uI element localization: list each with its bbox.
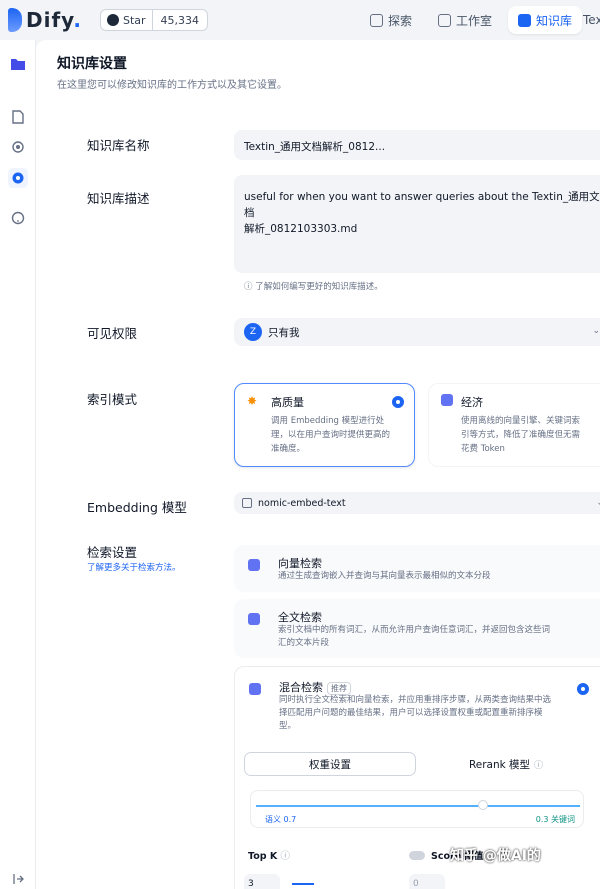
weight-slider-box: 语义 0.7 0.3 关键词 bbox=[250, 790, 584, 828]
name-input[interactable]: Textin_通用文档解析_0812... bbox=[234, 130, 600, 160]
description-label: 知识库描述 bbox=[87, 191, 150, 206]
nav-overflow-label: Tex bbox=[583, 13, 600, 27]
embedding-model-select[interactable]: nomic-embed-text ⌄ bbox=[234, 492, 600, 514]
retrieval-label: 检索设置 bbox=[87, 545, 138, 560]
hybrid-desc-2: 择匹配用户问题的最佳结果，用户可以选择设置权重或配置重新排序模 bbox=[279, 708, 543, 718]
high-quality-desc-2: 理，以在用户查询时提供更高的 bbox=[271, 430, 391, 440]
dify-logo[interactable]: Dify. bbox=[8, 8, 82, 32]
page-subtitle: 在这里您可以修改知识库的工作方式以及其它设置。 bbox=[57, 80, 287, 91]
index-mode-economy[interactable]: 经济 使用离线的向量引擎、关键词索 引等方式，降低了准确度但无需 花费 Toke… bbox=[428, 383, 600, 467]
hybrid-search-icon bbox=[249, 683, 261, 695]
sidebar bbox=[0, 40, 36, 889]
nav-knowledge[interactable]: 知识库 bbox=[508, 6, 583, 34]
high-quality-desc-1: 调用 Embedding 模型进行处 bbox=[271, 416, 385, 426]
description-line-2: 解析_0812103303.md bbox=[244, 223, 358, 235]
studio-icon bbox=[438, 13, 451, 27]
hybrid-desc-1: 同时执行全文检索和向量检索，并应用重排序步骤，从两类查询结果中选 bbox=[279, 695, 552, 705]
tab-weight-settings[interactable]: 权重设置 bbox=[244, 752, 416, 776]
economy-desc-1: 使用离线的向量引擎、关键词索 bbox=[461, 416, 581, 426]
explore-icon bbox=[370, 13, 383, 27]
model-icon bbox=[242, 498, 252, 508]
hit-testing-icon[interactable] bbox=[8, 137, 28, 157]
fulltext-desc-1: 索引文档中的所有词汇，从而允许用户查询任意词汇，并返回包含这些词 bbox=[278, 625, 551, 635]
permission-value: 只有我 bbox=[268, 326, 300, 339]
permission-select[interactable]: Z 只有我 ⌄ bbox=[234, 318, 600, 346]
nav-explore[interactable]: 探索 bbox=[370, 6, 412, 34]
star-icon: ✸ bbox=[247, 394, 258, 408]
embedding-label: Embedding 模型 bbox=[87, 500, 187, 515]
fulltext-search-icon bbox=[248, 613, 260, 625]
fulltext-desc-2: 汇的文本片段 bbox=[278, 638, 330, 648]
help-icon: ⓘ bbox=[280, 851, 291, 862]
knowledge-icon bbox=[518, 13, 531, 27]
folder-icon[interactable] bbox=[8, 54, 28, 74]
name-value: Textin_通用文档解析_0812... bbox=[244, 141, 386, 153]
github-star-label: Star bbox=[122, 13, 146, 27]
retrieval-learn-more-link[interactable]: 了解更多关于检索方法。 bbox=[87, 561, 181, 573]
description-textarea[interactable]: useful for when you want to answer queri… bbox=[234, 175, 600, 273]
topk-value: 3 bbox=[248, 879, 254, 889]
description-line-1: useful for when you want to answer queri… bbox=[244, 191, 600, 219]
logo-text: Dify bbox=[26, 8, 74, 32]
topk-slider[interactable] bbox=[292, 883, 314, 885]
retrieval-vector[interactable]: 向量检索 通过生成查询嵌入并查询与其向量表示最相似的文本分段 bbox=[234, 545, 600, 592]
chevron-down-icon: ⌄ bbox=[596, 498, 600, 508]
github-star-button[interactable]: Star 45,334 bbox=[99, 9, 209, 31]
hybrid-desc-3: 型。 bbox=[279, 721, 297, 731]
documents-icon[interactable] bbox=[8, 107, 28, 127]
github-star-count: 45,334 bbox=[160, 13, 200, 27]
weight-slider-track[interactable] bbox=[256, 805, 580, 807]
keyword-weight-label: 0.3 关键词 bbox=[535, 815, 575, 824]
avatar: Z bbox=[244, 323, 262, 341]
index-mode-high-quality[interactable]: ✸ 高质量 调用 Embedding 模型进行处 理，以在用户查询时提供更高的 … bbox=[234, 383, 415, 467]
info-icon: ⓘ bbox=[244, 282, 256, 292]
high-quality-desc-3: 准确度。 bbox=[271, 444, 306, 454]
description-hint-text: 了解如何编写更好的知识库描述。 bbox=[255, 282, 383, 292]
nav-studio-label: 工作室 bbox=[456, 13, 493, 28]
logo-mark-icon bbox=[8, 8, 22, 32]
economy-title: 经济 bbox=[461, 396, 483, 409]
economy-desc-3: 花费 Token bbox=[461, 444, 505, 454]
rerank-tab-label: Rerank 模型 bbox=[468, 758, 531, 771]
settings-panel: 知识库设置 在这里您可以修改知识库的工作方式以及其它设置。 知识库名称 Text… bbox=[36, 40, 600, 889]
nav-knowledge-label: 知识库 bbox=[536, 13, 573, 28]
nav-overflow[interactable]: Tex bbox=[583, 6, 600, 34]
score-input[interactable]: 0 bbox=[409, 874, 445, 889]
topk-input[interactable]: 3 bbox=[244, 874, 280, 889]
settings-icon[interactable] bbox=[8, 168, 28, 188]
high-quality-radio[interactable] bbox=[392, 396, 404, 408]
economy-desc-2: 引等方式，降低了准确度但无需 bbox=[461, 430, 581, 440]
page-title: 知识库设置 bbox=[57, 56, 127, 72]
vector-search-desc: 通过生成查询嵌入并查询与其向量表示最相似的文本分段 bbox=[278, 571, 491, 581]
economy-icon bbox=[441, 394, 453, 406]
help-icon: ⓘ bbox=[534, 760, 544, 771]
top-bar: Dify. Star 45,334 探索 工作室 知识库 Tex bbox=[0, 0, 600, 40]
retrieval-fulltext[interactable]: 全文检索 索引文档中的所有词汇，从而允许用户查询任意词汇，并返回包含这些词 汇的… bbox=[234, 599, 600, 658]
nav-studio[interactable]: 工作室 bbox=[438, 6, 492, 34]
weight-tab-label: 权重设置 bbox=[309, 758, 351, 771]
semantic-weight-label: 语义 0.7 bbox=[265, 815, 297, 824]
weight-slider-thumb[interactable] bbox=[477, 800, 488, 810]
help-icon[interactable] bbox=[8, 208, 28, 228]
fulltext-search-title: 全文检索 bbox=[278, 611, 322, 624]
index-mode-label: 索引模式 bbox=[87, 392, 138, 407]
logo-dot: . bbox=[73, 8, 82, 32]
high-quality-title: 高质量 bbox=[271, 396, 304, 409]
description-hint-link[interactable]: ⓘ 了解如何编写更好的知识库描述。 bbox=[244, 280, 383, 294]
hybrid-search-title: 混合检索 bbox=[279, 681, 323, 694]
collapse-sidebar-icon[interactable] bbox=[8, 869, 28, 889]
topk-label: Top K bbox=[248, 851, 278, 862]
watermark: 知乎 @做AI的 bbox=[450, 848, 541, 864]
vector-search-title: 向量检索 bbox=[278, 557, 322, 570]
github-icon bbox=[106, 14, 119, 26]
nav-explore-label: 探索 bbox=[388, 13, 413, 28]
chevron-down-icon: ⌄ bbox=[592, 326, 600, 336]
permission-label: 可见权限 bbox=[87, 326, 138, 341]
vector-search-icon bbox=[248, 559, 260, 571]
tab-rerank-model[interactable]: Rerank 模型 ⓘ bbox=[420, 752, 592, 776]
score-value: 0 bbox=[413, 879, 419, 889]
embedding-model-value: nomic-embed-text bbox=[258, 497, 346, 509]
score-threshold-toggle[interactable] bbox=[409, 850, 425, 860]
name-label: 知识库名称 bbox=[87, 138, 150, 153]
